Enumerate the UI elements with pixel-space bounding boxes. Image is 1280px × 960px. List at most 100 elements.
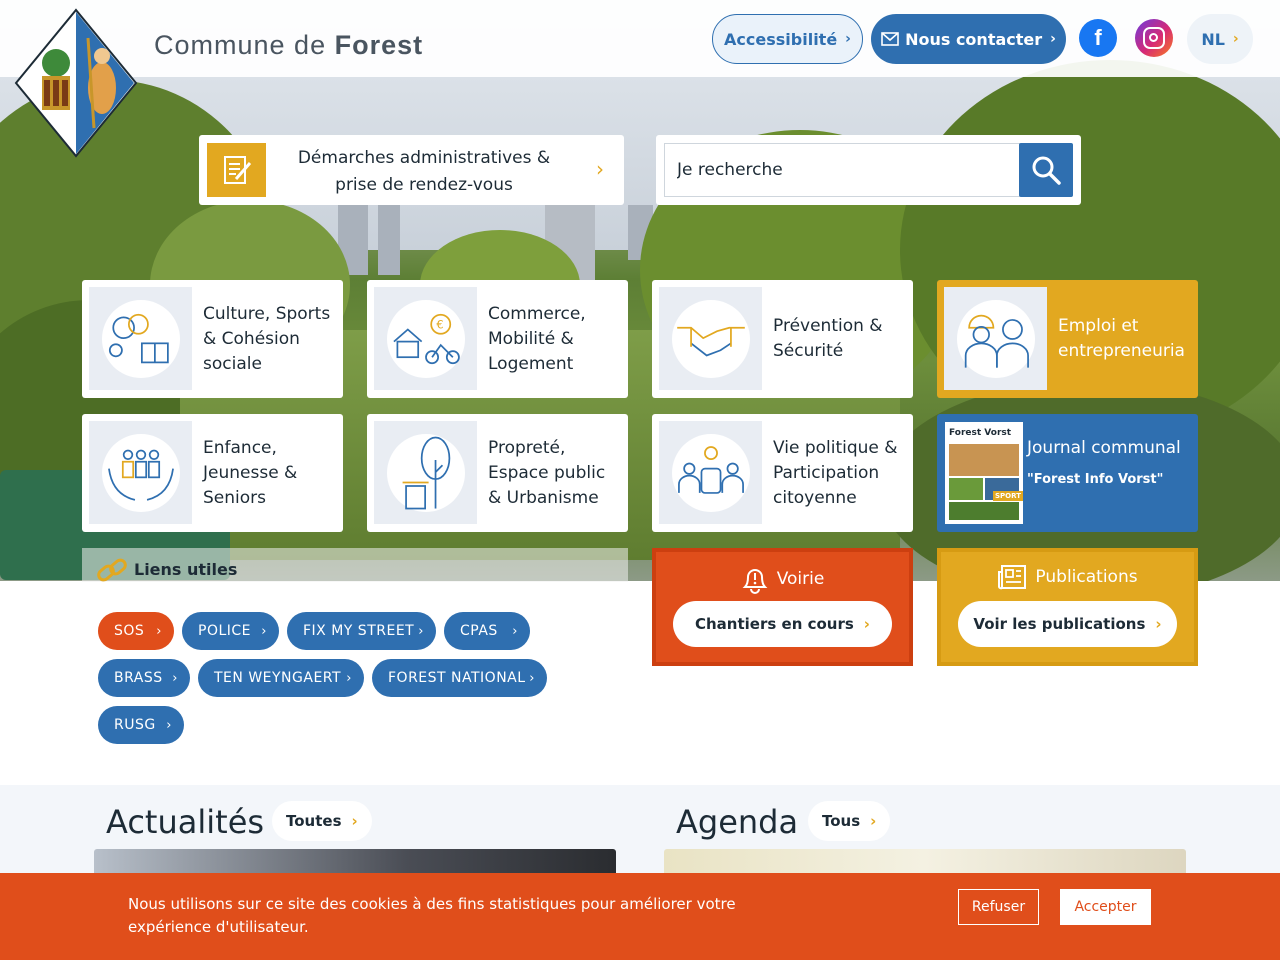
newspaper-icon	[998, 565, 1027, 590]
facebook-icon[interactable]: f	[1079, 19, 1117, 57]
journal-text: Journal communal "Forest Info Vorst"	[1027, 414, 1190, 532]
chevron-right-icon: ›	[870, 812, 877, 830]
link-label: RUSG	[114, 717, 156, 733]
chantiers-button[interactable]: Chantiers en cours ›	[673, 601, 892, 647]
chevron-right-icon: ›	[512, 623, 518, 639]
agenda-all-label: Tous	[822, 812, 861, 830]
link-cpas[interactable]: CPAS ›	[444, 612, 530, 650]
journal-cover-title: Forest Vorst	[949, 428, 1012, 438]
link-police[interactable]: POLICE ›	[182, 612, 279, 650]
chevron-right-icon: ›	[346, 670, 352, 686]
cookie-refuse-button[interactable]: Refuser	[958, 889, 1039, 925]
chevron-right-icon: ›	[351, 812, 358, 830]
publications-label: Voir les publications	[973, 615, 1146, 633]
meeting-icon	[659, 421, 762, 524]
cookie-accept-button[interactable]: Accepter	[1060, 889, 1151, 925]
tile-culture[interactable]: Culture, Sports & Cohésion sociale	[82, 280, 343, 398]
tile-prevention[interactable]: Prévention & Sécurité	[652, 280, 913, 398]
publications-box: Publications Voir les publications ›	[937, 548, 1198, 666]
tile-vie-politique[interactable]: Vie politique & Participation citoyenne	[652, 414, 913, 532]
site-brand[interactable]: Commune de Forest	[154, 30, 423, 61]
search-button[interactable]	[1019, 143, 1073, 197]
voirie-title: Voirie	[776, 569, 825, 589]
mail-icon	[881, 32, 899, 46]
accessibility-button[interactable]: Accessibilité ›	[712, 14, 863, 64]
contact-button[interactable]: Nous contacter ›	[871, 14, 1066, 64]
news-all-button[interactable]: Toutes ›	[272, 801, 372, 841]
tile-label: Vie politique & Participation citoyenne	[773, 437, 898, 508]
link-fix-my-street[interactable]: FIX MY STREET ›	[287, 612, 436, 650]
alert-bell-icon	[742, 569, 768, 594]
tile-label: Commerce, Mobilité & Logement	[488, 303, 586, 374]
tile-label: Journal communal	[1027, 438, 1181, 458]
demarches-button[interactable]: Démarches administratives & prise de ren…	[199, 135, 624, 205]
link-label: TEN WEYNGAERT	[214, 670, 342, 686]
agenda-all-button[interactable]: Tous ›	[808, 801, 891, 841]
news-title: Actualités	[106, 803, 265, 841]
link-icon	[97, 558, 127, 582]
chantiers-label: Chantiers en cours	[695, 615, 854, 633]
chevron-right-icon: ›	[261, 623, 267, 639]
link-label: BRASS	[114, 670, 163, 686]
cookie-text: Nous utilisons sur ce site des cookies à…	[128, 895, 736, 936]
instagram-icon[interactable]	[1135, 19, 1173, 57]
voirie-box: Voirie Chantiers en cours ›	[652, 548, 913, 666]
family-icon	[89, 421, 192, 524]
link-rusg[interactable]: RUSG ›	[98, 706, 184, 744]
brand-name: Forest	[334, 30, 424, 60]
news-all-label: Toutes	[286, 812, 342, 830]
demarches-label: Démarches administratives & prise de ren…	[297, 148, 551, 195]
journal-cover-badge: SPORT	[993, 491, 1023, 501]
tile-emploi[interactable]: Emploi et entrepreneuria	[937, 280, 1198, 398]
tile-label: Culture, Sports & Cohésion sociale	[203, 303, 331, 374]
form-edit-icon	[207, 143, 266, 197]
tile-label: Emploi et entrepreneuria	[1058, 316, 1185, 361]
link-ten-weyngaert[interactable]: TEN WEYNGAERT ›	[198, 659, 364, 697]
tile-sublabel: "Forest Info Vorst"	[1027, 472, 1164, 487]
culture-icon	[89, 287, 192, 390]
workers-icon	[944, 287, 1047, 390]
link-label: POLICE	[198, 623, 252, 639]
search-icon	[1032, 156, 1061, 185]
accessibility-label: Accessibilité	[724, 29, 838, 49]
tree-bin-icon	[374, 421, 477, 524]
link-label: FIX MY STREET	[303, 623, 415, 639]
language-label: NL	[1201, 29, 1225, 49]
tile-journal[interactable]: Forest Vorst SPORT Journal communal "For…	[937, 414, 1198, 532]
tile-enfance[interactable]: Enfance, Jeunesse & Seniors	[82, 414, 343, 532]
tile-proprete[interactable]: Propreté, Espace public & Urbanisme	[367, 414, 628, 532]
voirie-header: Voirie	[656, 564, 909, 594]
link-label: SOS	[114, 623, 145, 639]
contact-label: Nous contacter	[905, 29, 1043, 49]
chevron-right-icon: ›	[529, 670, 535, 686]
commerce-icon: €	[374, 287, 477, 390]
search-input[interactable]	[664, 143, 1020, 197]
tile-label: Prévention & Sécurité	[773, 316, 883, 361]
liens-utiles-header: Liens utiles	[82, 548, 628, 582]
link-label: FOREST NATIONAL	[388, 670, 526, 686]
voir-publications-button[interactable]: Voir les publications ›	[958, 601, 1177, 647]
chevron-right-icon: ›	[156, 623, 162, 639]
language-switch-button[interactable]: NL ›	[1187, 14, 1253, 64]
journal-cover: Forest Vorst SPORT	[945, 422, 1023, 524]
link-brass[interactable]: BRASS ›	[98, 659, 190, 697]
commune-logo[interactable]	[14, 8, 138, 158]
handshake-icon	[659, 287, 762, 390]
publications-header: Publications	[941, 564, 1194, 590]
cookie-banner: Nous utilisons sur ce site des cookies à…	[0, 873, 1280, 960]
liens-utiles-title: Liens utiles	[134, 560, 238, 579]
brand-prefix: Commune de	[154, 30, 327, 60]
chevron-right-icon: ›	[1232, 31, 1239, 47]
link-forest-national[interactable]: FOREST NATIONAL ›	[372, 659, 547, 697]
link-sos[interactable]: SOS ›	[98, 612, 174, 650]
chevron-right-icon: ›	[1050, 31, 1056, 47]
search-box	[656, 135, 1081, 205]
tile-label: Propreté, Espace public & Urbanisme	[488, 437, 606, 508]
link-label: CPAS	[460, 623, 498, 639]
tile-commerce[interactable]: € Commerce, Mobilité & Logement	[367, 280, 628, 398]
chevron-right-icon: ›	[172, 670, 178, 686]
publications-title: Publications	[1035, 567, 1138, 587]
chevron-right-icon: ›	[418, 623, 424, 639]
chevron-right-icon: ›	[596, 157, 604, 181]
chevron-right-icon: ›	[1155, 615, 1162, 633]
